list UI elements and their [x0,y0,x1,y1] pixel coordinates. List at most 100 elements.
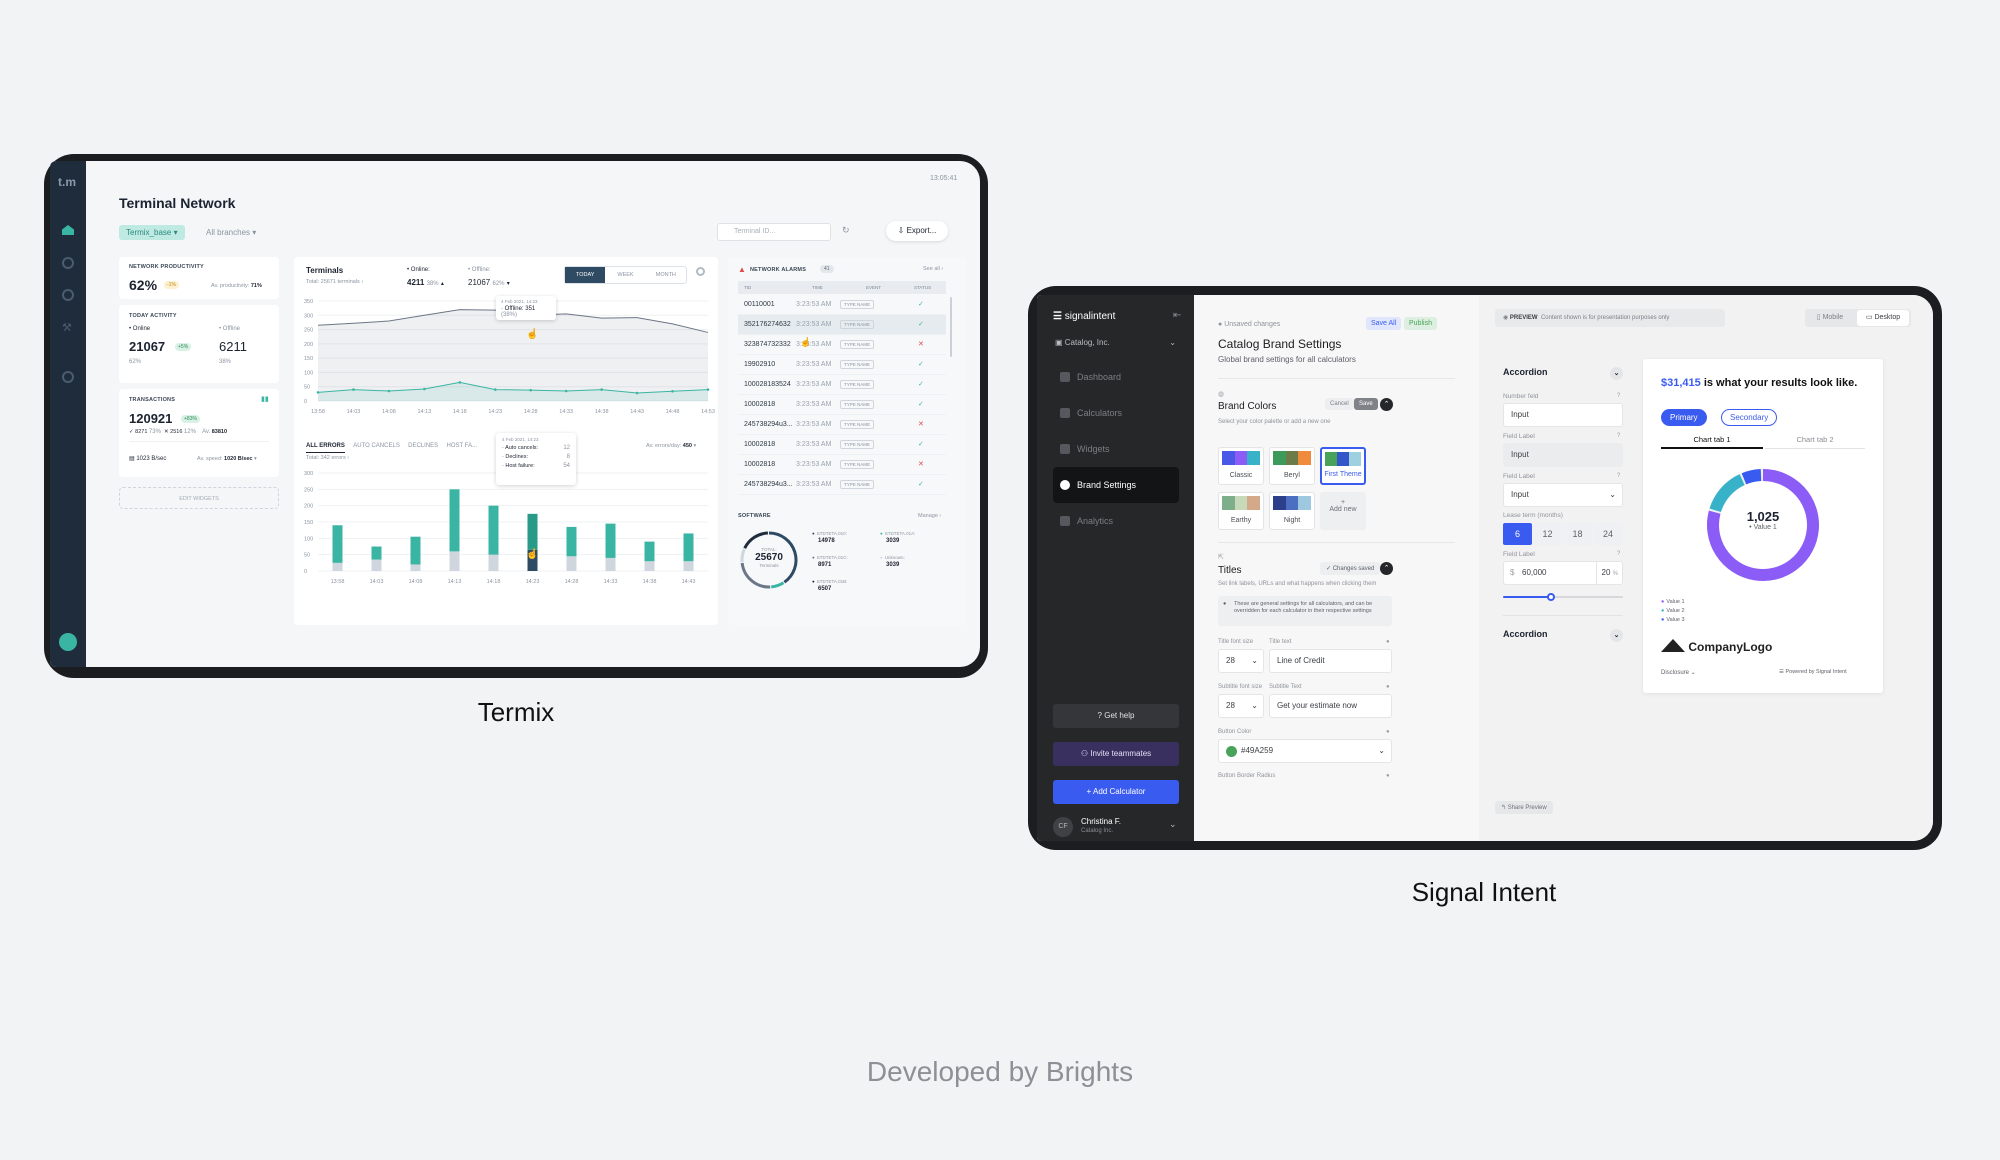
text-input[interactable]: Input [1503,443,1623,467]
table-row[interactable]: 10002818 3:23:53 AM TYPE NAME ✕ [738,455,946,475]
settings-icon[interactable] [62,289,74,301]
table-row[interactable]: 100028183524 3:23:53 AM TYPE NAME ✓ [738,375,946,395]
bar [449,489,460,552]
manage-link[interactable]: Manage › [918,513,941,519]
accordion-header[interactable]: Accordion ⌄ [1503,367,1623,383]
y-tick-label: 200 [304,342,313,348]
help-icon[interactable]: ? [1617,473,1620,479]
secondary-button[interactable]: Secondary [1721,409,1778,426]
terminals-icon[interactable] [62,257,74,269]
table-row[interactable]: 245738294u3... 3:23:53 AM TYPE NAME ✓ [738,475,946,495]
nav-widgets[interactable]: Widgets [1053,431,1179,467]
help-icon[interactable]: ● [1386,639,1390,645]
chart-tab-2[interactable]: Chart tab 2 [1765,435,1865,449]
palette-swatch[interactable]: First Theme [1320,447,1366,485]
search-input[interactable]: Terminal ID... [717,223,831,241]
help-icon[interactable]: ● [1386,684,1390,690]
disclosure-link[interactable]: Disclosure ⌄ [1661,669,1696,676]
slider-handle[interactable] [1547,593,1555,601]
amount-input[interactable]: $60,000 20 % [1503,561,1623,585]
refresh-icon[interactable]: ↻ [842,225,850,236]
lease-option-12[interactable]: 12 [1533,523,1562,545]
title-font-size-select[interactable]: 28 ⌄ [1218,649,1264,673]
help-icon[interactable]: ● [1386,729,1390,735]
edit-widgets-button[interactable]: EDIT WIDGETS [119,487,279,509]
y-tick-label: 150 [304,356,313,362]
desktop-toggle[interactable]: ▭ Desktop [1857,310,1909,326]
select-input[interactable]: Input ⌄ [1503,483,1623,507]
lease-option-18[interactable]: 18 [1563,523,1592,545]
y-tick-label: 0 [304,399,307,405]
amount-slider[interactable] [1503,593,1623,601]
table-row[interactable]: 323874732332 3:23:53 AM TYPE NAME ✕ [738,335,946,355]
info-icon[interactable] [62,371,74,383]
subtitle-font-size-select[interactable]: 28 ⌄ [1218,694,1264,718]
table-row[interactable]: 352176274632 3:23:53 AM TYPE NAME ✓ [738,315,946,335]
title-text-input[interactable]: Line of Credit [1269,649,1392,673]
user-org: Catalog Inc. [1081,828,1114,834]
tab-month[interactable]: MONTH [646,267,686,283]
tid-cell: 352176274632 [744,321,791,328]
nav-analytics[interactable]: Analytics [1053,503,1179,539]
primary-button[interactable]: Primary [1661,409,1707,426]
accordion-header[interactable]: Accordion ⌄ [1503,629,1623,645]
add-palette-button[interactable]: + Add new [1320,492,1366,530]
palette-swatch[interactable]: Classic [1218,447,1264,485]
filter-chip[interactable]: Termix_base ▾ [119,225,185,240]
help-icon[interactable]: ? [1617,433,1620,439]
tab-declines[interactable]: DECLINES [408,443,438,449]
user-avatar[interactable]: CF [1053,817,1073,837]
wrench-icon[interactable]: ⚒ [62,321,74,334]
palette-swatch[interactable]: Earthy [1218,492,1264,530]
x-tick-label: 14:38 [595,409,609,415]
tab-auto-cancels[interactable]: AUTO CANCELS [353,443,400,449]
help-icon[interactable]: ● [1386,773,1390,779]
branches-dropdown[interactable]: All branches ▾ [206,228,256,237]
number-input[interactable]: Input [1503,403,1623,427]
see-all-link[interactable]: See all › [923,266,943,272]
table-row[interactable]: 10002818 3:23:53 AM TYPE NAME ✓ [738,435,946,455]
nav-brand-settings[interactable]: Brand Settings [1053,467,1179,503]
share-preview-button[interactable]: ↰ Share Preview [1495,801,1553,814]
event-cell: TYPE NAME [840,400,875,409]
avatar[interactable] [59,633,77,651]
tab-host-failure[interactable]: HOST FA... [447,443,478,449]
chevron-down-icon[interactable]: ⌄ [1169,819,1177,830]
mobile-toggle[interactable]: ▯ Mobile [1805,309,1855,327]
lease-option-24[interactable]: 24 [1593,523,1623,545]
table-row[interactable]: 00110001 3:23:53 AM TYPE NAME ✓ [738,295,946,315]
palette-swatch[interactable]: Night [1269,492,1315,530]
table-row[interactable]: 19902910 3:23:53 AM TYPE NAME ✓ [738,355,946,375]
collapse-up-icon[interactable]: ⌃ [1380,398,1393,411]
export-button[interactable]: ⇩ Export... [886,221,948,241]
nav-dashboard[interactable]: Dashboard [1053,359,1179,395]
table-row[interactable]: 245738294u3... 3:23:53 AM TYPE NAME ✕ [738,415,946,435]
subtitle-text-input[interactable]: Get your estimate now [1269,694,1392,718]
lease-option-6[interactable]: 6 [1503,523,1532,545]
tab-week[interactable]: WEEK [605,267,645,283]
chart-tab-1[interactable]: Chart tab 1 [1661,435,1763,449]
alarms-scrollbar[interactable] [950,297,952,357]
settings-gear-icon[interactable] [696,267,705,276]
help-icon[interactable]: ? [1617,393,1620,399]
add-calculator-button[interactable]: + Add Calculator [1053,780,1179,804]
nav-calculators[interactable]: Calculators [1053,395,1179,431]
home-icon[interactable] [62,225,74,235]
tid-cell: 10002818 [744,401,776,408]
palette-swatch[interactable]: Beryl [1269,447,1315,485]
tab-all-errors[interactable]: ALL ERRORS [306,443,345,453]
get-help-button[interactable]: ? Get help [1053,704,1179,728]
collapse-up-icon[interactable]: ⌃ [1380,562,1393,575]
help-icon[interactable]: ? [1617,551,1620,557]
collapse-icon[interactable]: ⇤ [1173,310,1181,321]
save-all-button[interactable]: Save All [1366,317,1402,330]
org-selector[interactable]: ▣ Catalog, Inc. ⌄ [1053,334,1179,354]
time-cell: 3:23:53 AM [796,461,832,468]
table-row[interactable]: 10002818 3:23:53 AM TYPE NAME ✓ [738,395,946,415]
publish-button[interactable]: Publish [1404,317,1437,330]
tab-today[interactable]: TODAY [565,267,606,283]
cancel-button[interactable]: Cancel [1325,398,1354,410]
button-color-select[interactable]: #49A259 ⌄ [1218,739,1392,763]
invite-button[interactable]: ⚇ Invite teammates [1053,742,1179,766]
save-button[interactable]: Save [1354,398,1378,410]
